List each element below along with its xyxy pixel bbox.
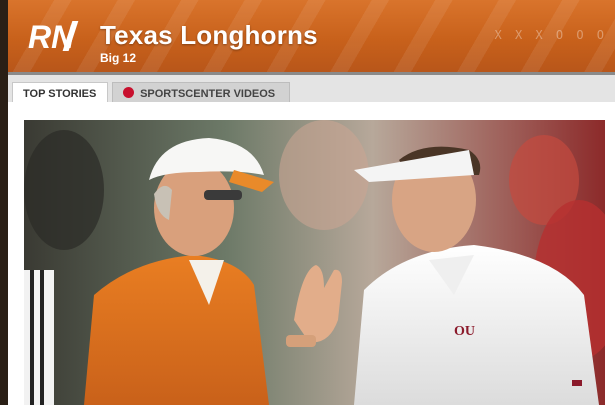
tab-bar: Top Stories SportsCenter Videos [8,72,615,105]
conference-label: Big 12 [100,51,137,65]
tab-label: Top Stories [23,88,97,100]
page-title: Texas Longhorns [100,20,318,50]
story-photo-image: OU [24,120,605,405]
rn-logo-icon: RN [28,19,79,53]
sportscenter-logo-icon [123,87,134,98]
tab-label: SportsCenter Videos [140,88,276,100]
story-photo[interactable]: OU [24,120,605,405]
story-content: OU [8,102,615,405]
team-header: RN Texas Longhorns Big 12 X X X O O O [8,0,615,72]
svg-text:OU: OU [454,324,475,339]
play-diagram-decoration: X X X O O O [494,28,607,42]
